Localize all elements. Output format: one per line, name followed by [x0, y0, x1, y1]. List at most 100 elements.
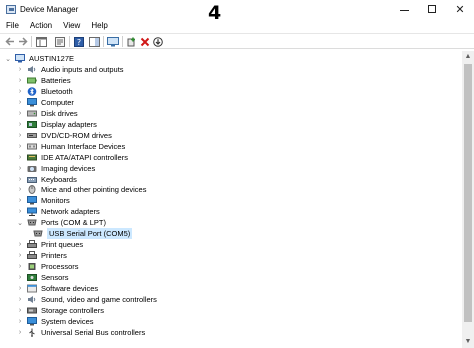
speaker-icon	[27, 295, 37, 304]
chevron-right-icon[interactable]: ›	[16, 307, 24, 314]
scan-hardware-icon[interactable]	[107, 36, 119, 47]
chevron-right-icon[interactable]: ›	[16, 121, 24, 128]
uninstall-device-icon[interactable]	[139, 36, 151, 47]
tree-root[interactable]: ⌄ AUSTIN127E	[4, 53, 74, 64]
tree-category[interactable]: › Printers	[16, 250, 67, 261]
tree-category[interactable]: › Imaging devices	[16, 163, 95, 174]
toolbar-separator	[69, 36, 70, 47]
vertical-scrollbar[interactable]: ▲ ▼	[462, 51, 474, 348]
tree-category[interactable]: › Disk drives	[16, 108, 78, 119]
toolbar-separator	[103, 36, 104, 47]
chevron-down-icon[interactable]: ⌄	[4, 55, 12, 63]
help-icon[interactable]: ?	[73, 36, 85, 47]
tree-item-label: Bluetooth	[41, 86, 73, 96]
mouse-icon	[27, 185, 37, 195]
action-pane-icon[interactable]	[88, 36, 100, 47]
minimize-button[interactable]	[390, 0, 418, 20]
tree-category[interactable]: › Universal Serial Bus controllers	[16, 327, 145, 338]
chevron-right-icon[interactable]: ›	[16, 132, 24, 139]
serial-port-icon	[33, 229, 43, 238]
chevron-right-icon[interactable]: ›	[16, 66, 24, 73]
menu-bar: File Action View Help	[0, 20, 474, 32]
chevron-right-icon[interactable]: ›	[16, 318, 24, 325]
tree-category[interactable]: › Batteries	[16, 75, 71, 86]
scrollbar-thumb[interactable]	[464, 64, 472, 322]
maximize-button[interactable]	[418, 0, 446, 20]
chevron-right-icon[interactable]: ›	[16, 99, 24, 106]
tree-category[interactable]: › Computer	[16, 97, 74, 108]
tree-category[interactable]: › Mice and other pointing devices	[16, 184, 146, 195]
chevron-right-icon[interactable]: ›	[16, 88, 24, 95]
disk-drive-icon	[27, 109, 37, 118]
add-driver-icon[interactable]	[126, 36, 138, 47]
tree-category[interactable]: › Sound, video and game controllers	[16, 294, 157, 305]
tree-category[interactable]: › Bluetooth	[16, 86, 73, 97]
tree-item-label: USB Serial Port (COM5)	[47, 228, 133, 240]
menu-help[interactable]: Help	[85, 20, 112, 32]
chevron-right-icon[interactable]: ›	[16, 197, 24, 204]
keyboard-icon	[27, 175, 37, 184]
chevron-right-icon[interactable]: ›	[16, 165, 24, 172]
camera-icon	[27, 164, 37, 173]
tree-category[interactable]: › Sensors	[16, 272, 69, 283]
chevron-right-icon[interactable]: ›	[16, 143, 24, 150]
scroll-down-icon[interactable]: ▼	[462, 336, 474, 348]
tree-category[interactable]: › DVD/CD-ROM drives	[16, 130, 112, 141]
tree-item-label: Imaging devices	[41, 163, 96, 173]
tree-category[interactable]: › Audio inputs and outputs	[16, 64, 124, 75]
tree-root-label: AUSTIN127E	[29, 54, 75, 63]
chevron-right-icon[interactable]: ›	[16, 154, 24, 161]
chevron-right-icon[interactable]: ›	[16, 329, 24, 336]
tree-category[interactable]: › Processors	[16, 261, 79, 272]
toolbar-separator	[31, 36, 32, 47]
printer-icon	[27, 240, 37, 249]
monitor-icon	[27, 97, 37, 107]
properties-icon[interactable]	[54, 36, 66, 47]
show-hide-console-tree-icon[interactable]	[35, 36, 47, 47]
tree-child-item[interactable]: USB Serial Port (COM5)	[33, 228, 133, 240]
update-driver-icon[interactable]	[152, 36, 164, 47]
computer-icon	[15, 54, 25, 63]
tree-item-label: Sound, video and game controllers	[41, 294, 157, 304]
menu-action[interactable]: Action	[24, 20, 57, 32]
chevron-down-icon[interactable]: ⌄	[16, 219, 24, 227]
chevron-right-icon[interactable]: ›	[16, 263, 24, 270]
close-button[interactable]: ✕	[446, 0, 474, 20]
network-adapter-icon	[27, 207, 37, 217]
tree-item-label: Audio inputs and outputs	[41, 65, 124, 74]
scroll-up-icon[interactable]: ▲	[462, 51, 474, 63]
forward-arrow-icon[interactable]	[17, 36, 29, 47]
tree-item-label: Monitors	[41, 196, 70, 206]
chevron-right-icon[interactable]: ›	[16, 186, 24, 193]
tree-category[interactable]: › Display adapters	[16, 119, 97, 130]
chevron-right-icon[interactable]: ›	[16, 208, 24, 215]
software-device-icon	[27, 284, 37, 293]
dvd-drive-icon	[27, 131, 37, 140]
tree-item-label: IDE ATA/ATAPI controllers	[41, 152, 128, 162]
chevron-right-icon[interactable]: ›	[16, 296, 24, 303]
menu-view[interactable]: View	[57, 20, 85, 32]
port-icon	[27, 218, 37, 227]
chevron-right-icon[interactable]: ›	[16, 77, 24, 84]
tree-item-label: Disk drives	[41, 108, 78, 118]
tree-category[interactable]: › Network adapters	[16, 206, 100, 217]
tree-item-label: Mice and other pointing devices	[41, 185, 147, 195]
tree-category[interactable]: › Monitors	[16, 195, 70, 206]
tree-category[interactable]: › Human Interface Devices	[16, 141, 125, 152]
chevron-right-icon[interactable]: ›	[16, 110, 24, 117]
tree-item-label: Software devices	[41, 284, 99, 293]
tree-category[interactable]: ⌄ Ports (COM & LPT)	[16, 217, 106, 228]
tree-category[interactable]: › System devices	[16, 316, 94, 327]
tree-category[interactable]: › Software devices	[16, 283, 98, 294]
tree-category[interactable]: › Print queues	[16, 239, 83, 250]
tree-category[interactable]: › IDE ATA/ATAPI controllers	[16, 152, 128, 163]
tree-category[interactable]: › Keyboards	[16, 174, 77, 185]
menu-file[interactable]: File	[0, 20, 24, 32]
chevron-right-icon[interactable]: ›	[16, 285, 24, 292]
chevron-right-icon[interactable]: ›	[16, 176, 24, 183]
tree-category[interactable]: › Storage controllers	[16, 305, 104, 316]
chevron-right-icon[interactable]: ›	[16, 241, 24, 248]
chevron-right-icon[interactable]: ›	[16, 252, 24, 259]
back-arrow-icon[interactable]	[4, 36, 16, 47]
chevron-right-icon[interactable]: ›	[16, 274, 24, 281]
